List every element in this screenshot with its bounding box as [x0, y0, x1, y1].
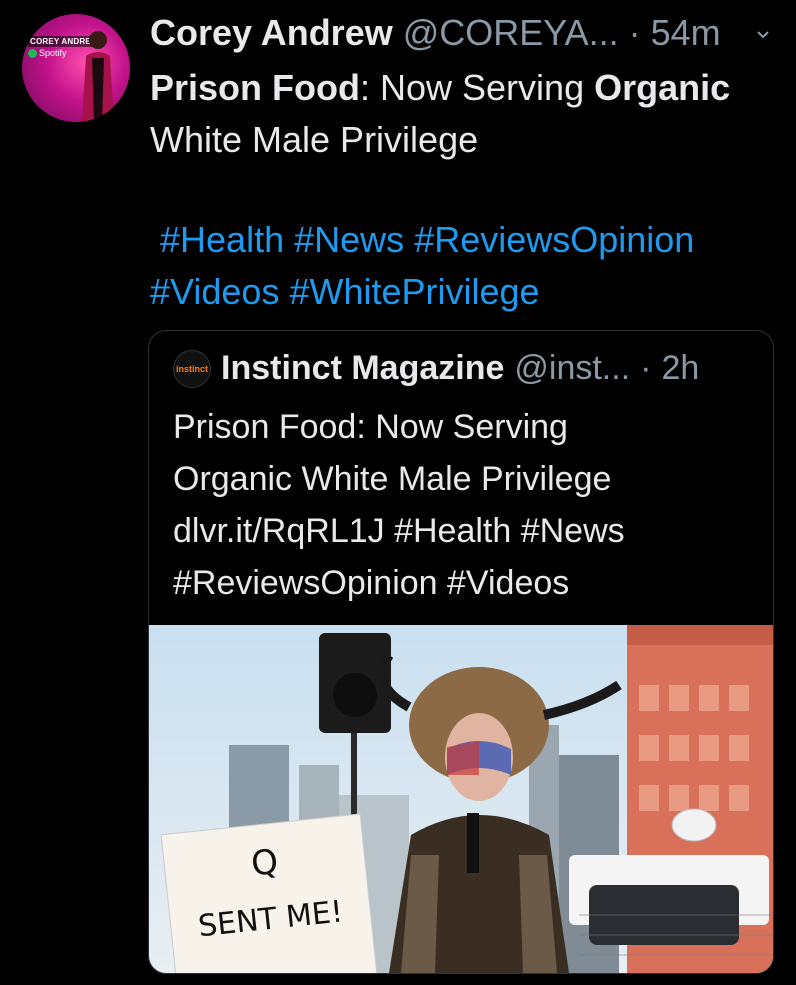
author-name[interactable]: Corey Andrew: [150, 12, 393, 54]
hashtag-link[interactable]: #ReviewsOpinion: [414, 219, 694, 260]
hashtag-link[interactable]: #WhitePrivilege: [289, 271, 539, 312]
person-silhouette-icon: [82, 31, 114, 122]
quoted-author-avatar[interactable]: instinct: [173, 349, 211, 388]
hashtag-link[interactable]: #Health: [160, 219, 284, 260]
quoted-text-line: Organic White Male Privilege: [173, 460, 612, 498]
quoted-tweet-header: instinct Instinct Magazine @inst... · 2h: [173, 349, 699, 388]
quoted-tweet-media-image[interactable]: Q SENT ME!: [149, 625, 773, 973]
quoted-author-handle[interactable]: @inst...: [514, 349, 630, 388]
spotify-icon: [28, 48, 37, 58]
hashtag-link[interactable]: #Videos: [150, 271, 279, 312]
tweet-text: Prison Food: Now Serving Organic White M…: [150, 62, 780, 166]
quoted-text-line: #ReviewsOpinion #Videos: [173, 564, 570, 602]
tweet-text-bold-1: Prison Food: [150, 67, 360, 108]
quoted-text-line: dlvr.it/RqRL1J #Health #News: [173, 512, 625, 550]
hashtag-link[interactable]: #News: [294, 219, 404, 260]
tweet-text-bold-3: Organic: [594, 67, 731, 108]
tweet-hashtags: #Health #News #ReviewsOpinion #Videos #W…: [150, 214, 780, 318]
tweet-header: Corey Andrew @COREYA... · 54m: [150, 12, 776, 54]
tweet-text-part-4: White Male Privilege: [150, 119, 479, 160]
avatar-spotify-text: Spotify: [39, 48, 67, 58]
tweet-timestamp[interactable]: 54m: [651, 12, 721, 54]
author-handle[interactable]: @COREYA...: [403, 12, 619, 54]
quoted-tweet-text: Prison Food: Now Serving Organic White M…: [173, 401, 753, 609]
sign-text-q: Q: [249, 842, 280, 885]
quoted-text-line: Prison Food: Now Serving: [173, 408, 568, 446]
chevron-down-icon[interactable]: [756, 28, 770, 42]
quoted-timestamp[interactable]: 2h: [661, 349, 699, 388]
quoted-author-name[interactable]: Instinct Magazine: [221, 349, 504, 388]
avatar-spotify-badge: Spotify: [28, 48, 67, 58]
tweet-text-part-2: : Now Serving: [360, 67, 595, 108]
quoted-separator: ·: [640, 349, 652, 387]
author-avatar[interactable]: COREY ANDREW Spotify: [22, 14, 130, 122]
quoted-tweet-card[interactable]: instinct Instinct Magazine @inst... · 2h…: [148, 330, 774, 974]
header-separator: ·: [628, 12, 641, 53]
